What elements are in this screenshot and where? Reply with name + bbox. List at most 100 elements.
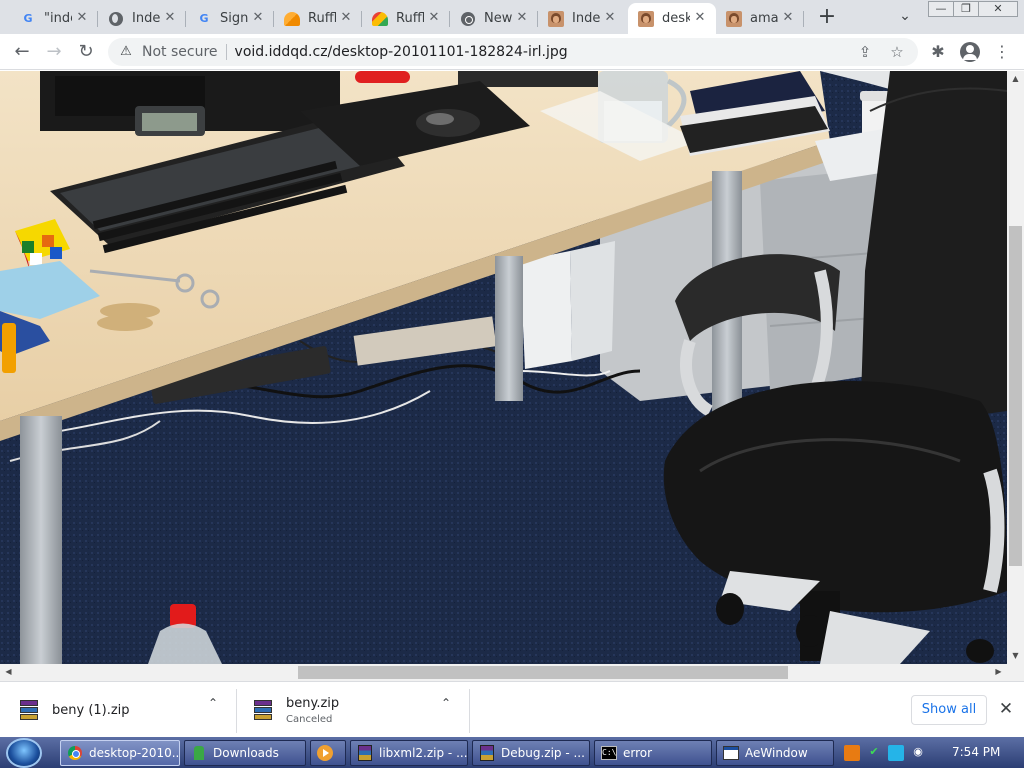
browser-toolbar: ← → ↻ ⚠ Not secure void.iddqd.cz/desktop… bbox=[0, 34, 1024, 70]
horizontal-scroll-thumb[interactable] bbox=[298, 666, 788, 679]
vertical-scroll-thumb[interactable] bbox=[1009, 226, 1022, 566]
taskbar-item-label: desktop-2010... bbox=[89, 746, 180, 760]
tab-index-search[interactable]: G "index ✕ bbox=[10, 3, 98, 34]
download-filename: beny (1).zip bbox=[52, 702, 130, 718]
chair-caster bbox=[716, 593, 744, 625]
download-item[interactable]: beny.zip Canceled bbox=[254, 688, 454, 732]
tab-index-2[interactable]: Index ✕ bbox=[538, 3, 626, 34]
tray-volume-icon[interactable]: ◉ bbox=[910, 745, 926, 761]
browser-menu-icon[interactable]: ⋮ bbox=[990, 40, 1014, 64]
media-player-icon bbox=[317, 745, 333, 761]
download-status: Canceled bbox=[286, 713, 333, 725]
scroll-left-icon[interactable]: ◀ bbox=[0, 667, 17, 676]
taskbar-item-label: error bbox=[623, 746, 653, 760]
tab-title: "index bbox=[44, 11, 72, 26]
restore-button[interactable]: ❐ bbox=[953, 1, 979, 17]
tab-index[interactable]: Index ✕ bbox=[98, 3, 186, 34]
tab-title: Index bbox=[572, 11, 600, 26]
tab-ruffle-2[interactable]: Ruffle ✕ bbox=[362, 3, 450, 34]
share-icon[interactable]: ⇪ bbox=[856, 43, 874, 61]
download-options-chevron-icon[interactable]: ⌃ bbox=[438, 696, 454, 712]
taskbar-clock[interactable]: 7:54 PM bbox=[952, 745, 1000, 759]
close-tab-icon[interactable]: ✕ bbox=[780, 10, 796, 26]
face-icon bbox=[638, 10, 654, 27]
close-tab-icon[interactable]: ✕ bbox=[162, 10, 178, 26]
download-options-chevron-icon[interactable]: ⌃ bbox=[205, 696, 221, 712]
desk-leg-middle bbox=[495, 256, 523, 401]
google-icon: G bbox=[23, 12, 33, 25]
scroll-up-icon[interactable]: ▲ bbox=[1007, 74, 1024, 83]
taskbar-item-aewindow[interactable]: AeWindow bbox=[716, 740, 834, 766]
image-viewport[interactable] bbox=[0, 71, 1007, 664]
tab-new[interactable]: New ✕ bbox=[450, 3, 538, 34]
taskbar-item-label: AeWindow bbox=[745, 746, 808, 760]
tab-desktop-image[interactable]: desk ✕ bbox=[628, 3, 716, 34]
glue-stick bbox=[2, 323, 16, 373]
show-all-downloads-button[interactable]: Show all bbox=[911, 695, 987, 725]
tab-title: Index bbox=[132, 11, 160, 26]
waste-bin bbox=[520, 251, 572, 369]
close-tab-icon[interactable]: ✕ bbox=[426, 10, 442, 26]
tab-sign-in[interactable]: G Sign ✕ bbox=[186, 3, 274, 34]
download-icon bbox=[191, 745, 207, 761]
taskbar-item-label: Debug.zip - ... bbox=[501, 746, 585, 760]
tab-title: Ruffle bbox=[396, 11, 424, 26]
tab-ruffle-1[interactable]: Ruffle ✕ bbox=[274, 3, 362, 34]
zip-file-icon bbox=[20, 700, 38, 720]
tray-network-icon[interactable] bbox=[888, 745, 904, 761]
tab-ama[interactable]: ama ✕ bbox=[716, 3, 804, 34]
download-filename: beny.zip bbox=[286, 695, 340, 711]
horizontal-scrollbar[interactable]: ◀ ▶ bbox=[0, 664, 1024, 681]
vertical-scrollbar[interactable]: ▲ ▼ bbox=[1007, 71, 1024, 664]
tab-title: ama bbox=[750, 11, 778, 26]
taskbar-item-error[interactable]: C:\ error bbox=[594, 740, 712, 766]
close-tab-icon[interactable]: ✕ bbox=[602, 10, 618, 26]
chrome-icon bbox=[460, 11, 476, 27]
desk-leg-front bbox=[20, 416, 62, 664]
close-tab-icon[interactable]: ✕ bbox=[338, 10, 354, 26]
forward-button[interactable]: → bbox=[42, 40, 66, 64]
taskbar-item-libxml2[interactable]: libxml2.zip - ... bbox=[350, 740, 468, 766]
taskbar-item-downloads[interactable]: Downloads bbox=[184, 740, 306, 766]
new-tab-button[interactable]: + bbox=[815, 6, 839, 30]
face-icon bbox=[726, 10, 742, 27]
close-tab-icon[interactable]: ✕ bbox=[74, 10, 90, 26]
globe-icon bbox=[108, 11, 124, 27]
bookmark-star-icon[interactable]: ☆ bbox=[888, 43, 906, 61]
app-window-icon bbox=[723, 745, 739, 761]
tab-search-button[interactable]: ⌄ bbox=[894, 8, 916, 28]
close-tab-icon[interactable]: ✕ bbox=[250, 10, 266, 26]
tray-app-icon[interactable] bbox=[844, 745, 860, 761]
tray-security-icon[interactable]: ✔ bbox=[866, 745, 882, 761]
close-tab-icon[interactable]: ✕ bbox=[692, 10, 708, 26]
address-separator bbox=[225, 44, 227, 60]
face-icon bbox=[548, 10, 564, 27]
taskbar-item-media-player[interactable] bbox=[310, 740, 346, 766]
security-indicator[interactable]: Not secure bbox=[142, 44, 218, 60]
scroll-right-icon[interactable]: ▶ bbox=[990, 667, 1007, 676]
google-icon: G bbox=[199, 12, 209, 25]
address-bar[interactable]: ⚠ Not secure void.iddqd.cz/desktop-20101… bbox=[108, 38, 918, 66]
start-button[interactable] bbox=[6, 738, 46, 768]
scroll-down-icon[interactable]: ▼ bbox=[1007, 651, 1024, 660]
url-text[interactable]: void.iddqd.cz/desktop-20101101-182824-ir… bbox=[235, 44, 568, 60]
taskbar-item-chrome[interactable]: desktop-2010... bbox=[60, 740, 180, 766]
back-button[interactable]: ← bbox=[10, 40, 34, 64]
close-tab-icon[interactable]: ✕ bbox=[514, 10, 530, 26]
zip-file-icon bbox=[254, 700, 272, 720]
close-download-shelf-icon[interactable]: ✕ bbox=[996, 699, 1016, 719]
divider bbox=[469, 689, 470, 733]
taskbar-item-debug-zip[interactable]: Debug.zip - ... bbox=[472, 740, 590, 766]
ruffle-icon bbox=[284, 11, 300, 27]
divider bbox=[236, 689, 237, 733]
tab-title: desk bbox=[662, 11, 690, 26]
reload-button[interactable]: ↻ bbox=[74, 40, 98, 64]
download-item[interactable]: beny (1).zip bbox=[20, 688, 230, 732]
minimize-button[interactable]: — bbox=[928, 1, 954, 17]
close-window-button[interactable]: ✕ bbox=[978, 1, 1018, 17]
extensions-icon[interactable]: ✱ bbox=[926, 40, 950, 64]
ruffle-colored-icon bbox=[372, 11, 388, 27]
profile-avatar[interactable] bbox=[958, 40, 982, 64]
warning-icon[interactable]: ⚠ bbox=[118, 44, 134, 60]
winrar-icon bbox=[357, 745, 373, 761]
